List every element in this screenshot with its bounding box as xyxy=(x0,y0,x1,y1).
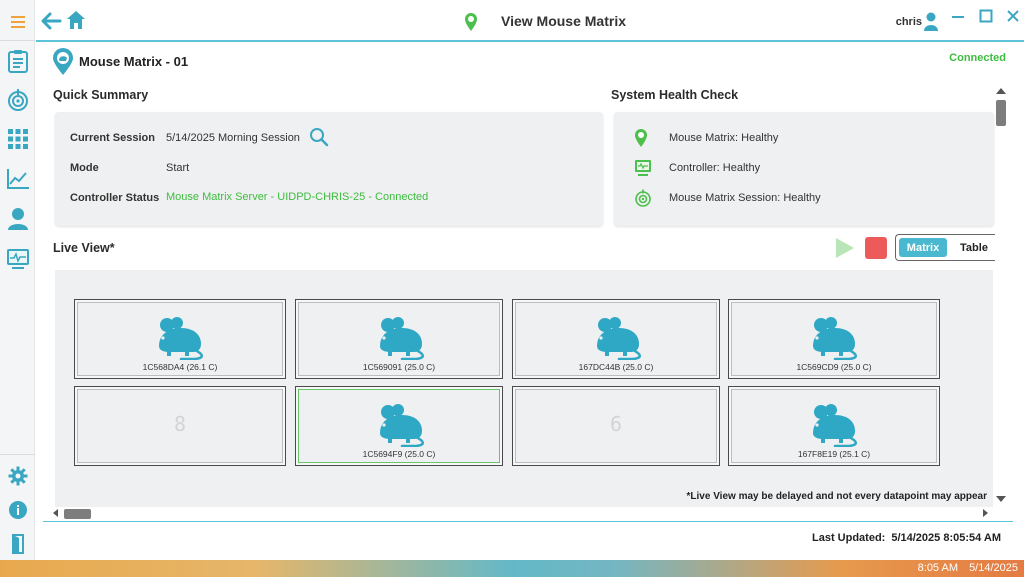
close-icon[interactable] xyxy=(1006,9,1020,23)
search-icon[interactable] xyxy=(309,127,329,147)
mouse-icon xyxy=(813,317,857,360)
location-pin-icon xyxy=(635,129,647,147)
mouse-icon xyxy=(813,404,857,447)
mode-value: Start xyxy=(166,162,190,174)
mouse-icon xyxy=(380,404,424,447)
quick-summary-title: Quick Summary xyxy=(53,88,149,102)
view-toggle: Matrix Table xyxy=(895,234,995,261)
cage-tile[interactable]: 1C569091 (25.0 C) xyxy=(295,299,503,379)
cage-label: 1C569091 (25.0 C) xyxy=(362,362,436,372)
os-taskbar: 8:05 AM 5/14/2025 xyxy=(0,560,1024,577)
cage-tile[interactable]: 1C569CD9 (25.0 C) xyxy=(728,299,940,379)
radar-icon[interactable] xyxy=(4,86,32,114)
taskbar-date: 5/14/2025 xyxy=(969,562,1018,574)
quick-summary-card: Current Session 5/14/2025 Morning Sessio… xyxy=(55,112,603,226)
system-health-title: System Health Check xyxy=(611,88,739,102)
window-title: View Mouse Matrix xyxy=(501,13,627,29)
live-view-disclaimer: *Live View may be delayed and not every … xyxy=(686,491,987,502)
cage-tile[interactable]: 167F8E19 (25.1 C) xyxy=(728,386,940,466)
health-item-text: Mouse Matrix: Healthy xyxy=(669,132,779,144)
scroll-up-icon[interactable] xyxy=(996,88,1006,94)
cage-number: 8 xyxy=(173,412,187,436)
cage-number: 6 xyxy=(609,412,623,436)
info-icon[interactable] xyxy=(4,496,32,524)
app-window: View Mouse Matrix chris Mouse Matrix - 0… xyxy=(0,0,1024,577)
title-bar: View Mouse Matrix chris xyxy=(36,0,1024,42)
logout-door-icon[interactable] xyxy=(4,530,32,558)
cage-label: 1C568DA4 (26.1 C) xyxy=(142,362,218,372)
gear-icon[interactable] xyxy=(4,462,32,490)
user-icon[interactable] xyxy=(924,12,940,32)
cage-tile-empty[interactable]: 6 xyxy=(512,386,720,466)
health-item: Mouse Matrix Session: Healthy xyxy=(634,188,821,208)
location-pin-icon xyxy=(464,12,480,32)
clipboard-icon[interactable] xyxy=(4,47,32,75)
cage-label: 1C569CD9 (25.0 C) xyxy=(796,362,872,372)
horizontal-scroll-thumb[interactable] xyxy=(64,509,91,519)
table-view-button[interactable]: Table xyxy=(952,238,996,257)
scroll-right-icon[interactable] xyxy=(983,509,988,517)
back-arrow-icon[interactable] xyxy=(40,10,64,32)
menu-icon[interactable] xyxy=(4,8,32,36)
horizontal-scrollbar[interactable] xyxy=(50,506,992,520)
cage-tile[interactable]: 167DC44B (25.0 C) xyxy=(512,299,720,379)
vertical-scrollbar[interactable] xyxy=(995,86,1007,506)
mouse-icon xyxy=(380,317,424,360)
health-item-text: Mouse Matrix Session: Healthy xyxy=(669,192,821,204)
scroll-left-icon[interactable] xyxy=(53,509,58,517)
last-updated: Last Updated: 5/14/2025 8:05:54 AM xyxy=(806,532,1001,544)
last-updated-value: 5/14/2025 8:05:54 AM xyxy=(891,532,1001,544)
nav-rail xyxy=(0,0,35,560)
session-value: 5/14/2025 Morning Session xyxy=(166,132,300,144)
monitor-icon[interactable] xyxy=(4,245,32,273)
cage-label: 167DC44B (25.0 C) xyxy=(578,362,654,372)
health-item: Mouse Matrix: Healthy xyxy=(634,128,778,148)
cage-tile[interactable]: 1C5694F9 (25.0 C) xyxy=(295,386,503,466)
footer-divider xyxy=(43,521,1013,522)
user-icon[interactable] xyxy=(4,205,32,233)
scroll-down-icon[interactable] xyxy=(996,496,1006,502)
play-button[interactable] xyxy=(833,237,855,259)
grid-icon[interactable] xyxy=(4,125,32,153)
stop-button[interactable] xyxy=(865,237,887,259)
last-updated-label: Last Updated: xyxy=(811,532,886,544)
live-view-title: Live View* xyxy=(53,241,115,255)
live-view-panel: 1C568DA4 (26.1 C) 1C569091 (25.0 C) 167D… xyxy=(55,270,993,507)
maximize-icon[interactable] xyxy=(979,9,993,23)
taskbar-time: 8:05 AM xyxy=(917,562,958,574)
cage-tile[interactable]: 1C568DA4 (26.1 C) xyxy=(74,299,286,379)
location-pin-icon xyxy=(52,48,74,76)
user-name: chris xyxy=(895,16,922,28)
radar-icon xyxy=(635,189,651,207)
controller-status-label: Controller Status xyxy=(70,192,160,204)
matrix-view-button[interactable]: Matrix xyxy=(899,238,947,257)
cage-label: 1C5694F9 (25.0 C) xyxy=(362,449,436,459)
device-title: Mouse Matrix - 01 xyxy=(79,54,189,69)
monitor-icon xyxy=(635,160,651,176)
minimize-icon[interactable] xyxy=(951,9,965,23)
mouse-icon xyxy=(597,317,641,360)
rail-divider xyxy=(0,454,35,455)
health-item-text: Controller: Healthy xyxy=(669,162,761,174)
connection-status: Connected xyxy=(949,52,1006,64)
rail-divider xyxy=(0,40,35,41)
health-item: Controller: Healthy xyxy=(634,158,760,178)
cage-label: 167F8E19 (25.1 C) xyxy=(797,449,871,459)
mouse-icon xyxy=(159,317,203,360)
session-label: Current Session xyxy=(70,132,155,144)
cage-tile-empty[interactable]: 8 xyxy=(74,386,286,466)
system-health-card: Mouse Matrix: Healthy Controller: Health… xyxy=(614,112,994,226)
controller-status-value: Mouse Matrix Server - UIDPD-CHRIS-25 - C… xyxy=(166,191,429,203)
mode-label: Mode xyxy=(70,162,99,174)
line-chart-icon[interactable] xyxy=(4,165,32,193)
vertical-scroll-thumb[interactable] xyxy=(996,100,1006,126)
home-icon[interactable] xyxy=(66,10,88,32)
